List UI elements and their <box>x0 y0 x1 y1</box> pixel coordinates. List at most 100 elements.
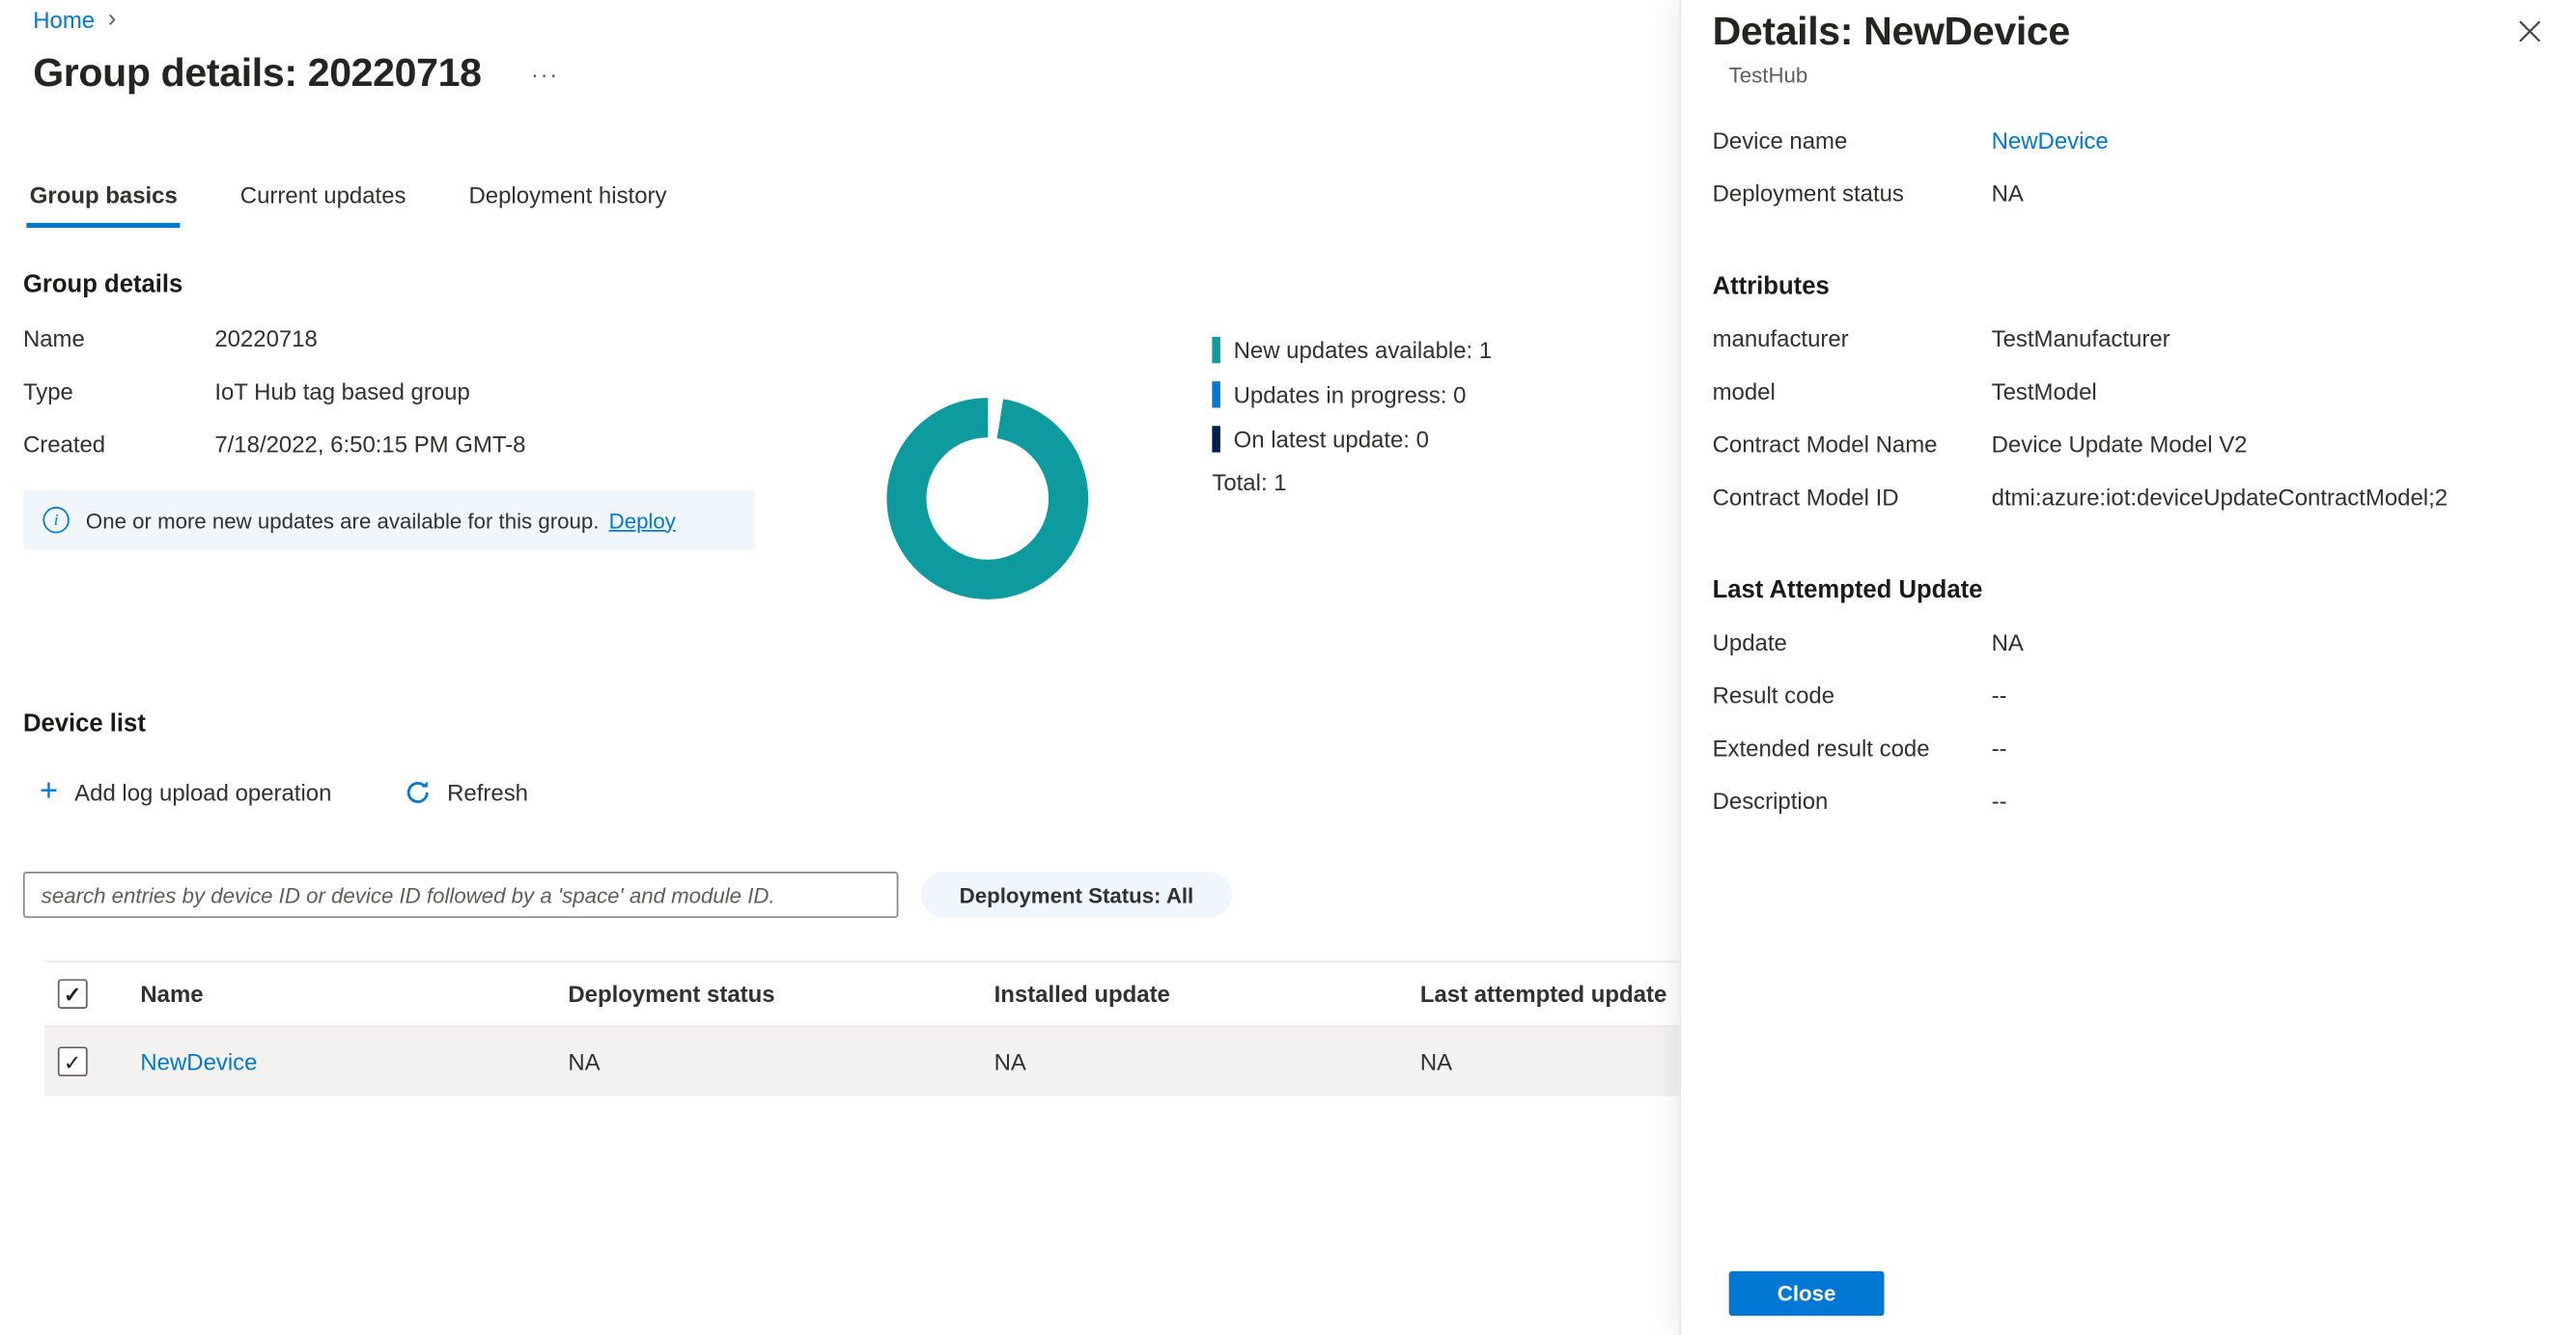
device-name-link[interactable]: NewDevice <box>140 1048 257 1074</box>
add-log-upload-label: Add log upload operation <box>74 779 331 805</box>
close-icon <box>2518 20 2541 43</box>
banner-text: One or more new updates are available fo… <box>86 508 599 533</box>
panel-field-contract-model-name: Contract Model Name Device Update Model … <box>1713 431 2545 484</box>
panel-field-device-name: Device name NewDevice <box>1713 127 2545 181</box>
group-details-fields: Name 20220718 Type IoT Hub tag based gro… <box>23 325 882 484</box>
tab-group-basics[interactable]: Group basics <box>26 172 181 228</box>
details-panel: Details: NewDevice TestHub Device name N… <box>1679 0 2576 1335</box>
field-row-created: Created 7/18/2022, 6:50:15 PM GMT-8 <box>23 431 882 484</box>
info-banner: i One or more new updates are available … <box>23 490 755 550</box>
panel-top-fields: Device name NewDevice Deployment status … <box>1713 127 2545 233</box>
update-compliance-donut-chart <box>886 398 1088 599</box>
device-table: ✓ Name Deployment status Installed updat… <box>44 960 1679 1096</box>
legend-item: New updates available: 1 <box>1212 327 1492 372</box>
col-header-last-attempted-update[interactable]: Last attempted update <box>1420 981 1680 1007</box>
close-panel-button[interactable] <box>2506 7 2555 56</box>
legend-label: On latest update: 0 <box>1234 425 1429 451</box>
device-table-header: ✓ Name Deployment status Installed updat… <box>44 960 1679 1026</box>
panel-field-value: TestModel <box>1992 378 2097 404</box>
legend-label: New updates available: 1 <box>1234 336 1493 362</box>
refresh-icon <box>405 779 431 805</box>
table-row[interactable]: ✓ NewDevice NA NA NA <box>44 1027 1679 1097</box>
cell-installed-update: NA <box>994 1048 1420 1074</box>
chart-legend: New updates available: 1 Updates in prog… <box>1212 327 1492 495</box>
attributes-fields: manufacturer TestManufacturer model Test… <box>1713 325 2545 537</box>
add-log-upload-button[interactable]: + Add log upload operation <box>40 779 331 805</box>
device-list-toolbar: + Add log upload operation Refresh <box>40 779 528 805</box>
group-details-section: Group details Name 20220718 Type IoT Hub… <box>23 270 882 549</box>
field-label: Created <box>23 431 214 457</box>
deploy-link[interactable]: Deploy <box>609 508 676 533</box>
last-attempted-fields: Update NA Result code -- Extended result… <box>1713 629 2545 841</box>
legend-total: Total: 1 <box>1212 469 1492 495</box>
check-icon: ✓ <box>64 983 82 1004</box>
panel-field-label: manufacturer <box>1713 325 1992 351</box>
legend-label: Updates in progress: 0 <box>1234 380 1467 406</box>
panel-device-name-link[interactable]: NewDevice <box>1992 127 2109 153</box>
panel-field-value: -- <box>1992 735 2007 761</box>
panel-field-value: Device Update Model V2 <box>1992 431 2248 457</box>
deployment-status-filter-button[interactable]: Deployment Status: All <box>921 872 1231 918</box>
details-panel-header: Details: NewDevice <box>1713 10 2545 56</box>
breadcrumb-chevron-icon: › <box>108 5 117 33</box>
col-header-deployment-status[interactable]: Deployment status <box>568 981 994 1007</box>
panel-field-description: Description -- <box>1713 788 2545 841</box>
row-checkbox-cell: ✓ <box>44 1046 140 1076</box>
close-button[interactable]: Close <box>1729 1271 1885 1316</box>
panel-field-contract-model-id: Contract Model ID dtmi:azure:iot:deviceU… <box>1713 484 2545 537</box>
panel-field-model: model TestModel <box>1713 378 2545 431</box>
panel-field-value: -- <box>1992 681 2007 708</box>
panel-field-label: Description <box>1713 788 1992 814</box>
panel-field-extended-result-code: Extended result code -- <box>1713 735 2545 788</box>
cell-name: NewDevice <box>140 1048 568 1074</box>
breadcrumb-home-link[interactable]: Home <box>33 6 95 32</box>
tab-current-updates[interactable]: Current updates <box>237 172 409 228</box>
details-panel-title: Details: NewDevice <box>1713 10 2070 56</box>
group-details-page: Home › Group details: 20220718 ··· Group… <box>0 0 1679 1335</box>
select-all-checkbox[interactable]: ✓ <box>58 979 88 1009</box>
legend-marker-new-updates <box>1212 336 1220 362</box>
field-label: Type <box>23 378 214 404</box>
more-actions-button[interactable]: ··· <box>531 61 559 87</box>
group-details-heading: Group details <box>23 270 882 298</box>
cell-last-attempted-update: NA <box>1420 1048 1680 1074</box>
details-panel-subtitle: TestHub <box>1729 63 2545 88</box>
panel-field-label: Contract Model Name <box>1713 431 1992 457</box>
header-checkbox-cell: ✓ <box>44 979 140 1009</box>
app-root: Home › Group details: 20220718 ··· Group… <box>0 0 2576 1335</box>
cell-deployment-status: NA <box>568 1048 994 1074</box>
panel-field-deployment-status: Deployment status NA <box>1713 180 2545 233</box>
panel-field-label: model <box>1713 378 1992 404</box>
tab-deployment-history[interactable]: Deployment history <box>465 172 670 228</box>
panel-field-manufacturer: manufacturer TestManufacturer <box>1713 325 2545 378</box>
field-row-type: Type IoT Hub tag based group <box>23 378 882 431</box>
field-value: IoT Hub tag based group <box>214 378 469 404</box>
title-row: Group details: 20220718 ··· <box>33 51 559 97</box>
panel-field-value: TestManufacturer <box>1992 325 2170 351</box>
panel-field-update: Update NA <box>1713 629 2545 682</box>
last-attempted-update-heading: Last Attempted Update <box>1713 576 2545 604</box>
legend-item: Updates in progress: 0 <box>1212 372 1492 416</box>
tab-bar: Group basics Current updates Deployment … <box>26 172 670 228</box>
row-checkbox[interactable]: ✓ <box>58 1046 88 1076</box>
panel-field-value: -- <box>1992 788 2007 814</box>
col-header-name[interactable]: Name <box>140 981 568 1007</box>
col-header-installed-update[interactable]: Installed update <box>994 981 1420 1007</box>
panel-field-value: NA <box>1992 180 2024 206</box>
field-value: 7/18/2022, 6:50:15 PM GMT-8 <box>214 431 525 457</box>
refresh-label: Refresh <box>447 779 528 805</box>
panel-field-result-code: Result code -- <box>1713 681 2545 735</box>
plus-icon: + <box>40 779 58 805</box>
panel-field-label: Extended result code <box>1713 735 1992 761</box>
device-search-input[interactable] <box>23 872 898 918</box>
panel-field-label: Update <box>1713 629 1992 655</box>
panel-field-label: Contract Model ID <box>1713 484 1992 510</box>
panel-field-label: Result code <box>1713 681 1992 708</box>
field-label: Name <box>23 325 214 351</box>
panel-field-value: NA <box>1992 629 2024 655</box>
breadcrumb: Home › <box>33 5 116 33</box>
panel-field-label: Device name <box>1713 127 1992 153</box>
refresh-button[interactable]: Refresh <box>405 779 528 805</box>
check-icon: ✓ <box>64 1051 82 1072</box>
panel-field-value: dtmi:azure:iot:deviceUpdateContractModel… <box>1992 484 2448 510</box>
